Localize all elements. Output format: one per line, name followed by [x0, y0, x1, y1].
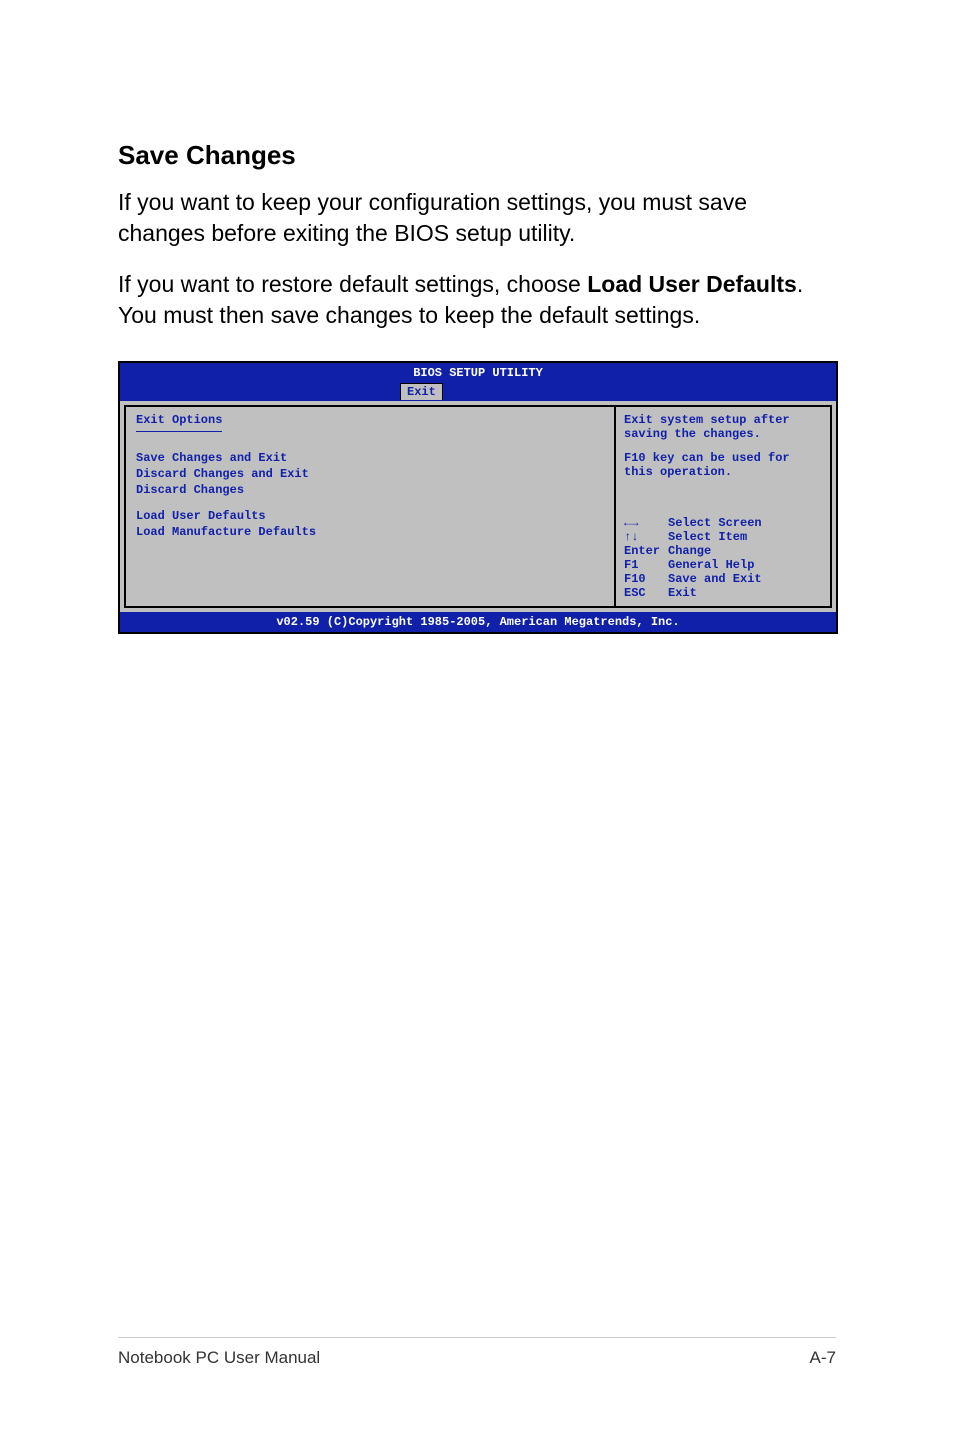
key-esc: ESC	[624, 586, 664, 600]
bios-option-load-manufacture-defaults[interactable]: Load Manufacture Defaults	[136, 524, 604, 540]
key-f10: F10	[624, 572, 664, 586]
bios-help-text-1: Exit system setup after saving the chang…	[624, 413, 822, 441]
key-f10-label: Save and Exit	[668, 572, 762, 586]
bios-help-text-2: F10 key can be used for this operation.	[624, 451, 822, 479]
key-enter-label: Change	[668, 544, 711, 558]
bios-tab-row: Exit	[120, 383, 836, 401]
body-paragraph-1: If you want to keep your configuration s…	[118, 187, 836, 249]
footer-left: Notebook PC User Manual	[118, 1348, 320, 1368]
page-footer: Notebook PC User Manual A-7	[118, 1337, 836, 1368]
bios-screenshot: BIOS SETUP UTILITY Exit Exit Options Sav…	[118, 361, 838, 634]
bios-option-discard-exit[interactable]: Discard Changes and Exit	[136, 466, 604, 482]
paragraph2-bold: Load User Defaults	[587, 271, 797, 297]
bios-active-tab[interactable]: Exit	[400, 383, 443, 400]
key-enter: Enter	[624, 544, 664, 558]
bios-title-bar: BIOS SETUP UTILITY	[120, 363, 836, 383]
section-heading: Save Changes	[118, 140, 836, 171]
key-f1: F1	[624, 558, 664, 572]
key-arrows-h-icon: ←→	[624, 516, 664, 530]
bios-right-panel: Exit system setup after saving the chang…	[614, 405, 832, 608]
key-arrows-v-label: Select Item	[668, 530, 747, 544]
body-paragraph-2: If you want to restore default settings,…	[118, 269, 836, 331]
bios-footer-copyright: v02.59 (C)Copyright 1985-2005, American …	[120, 612, 836, 632]
bios-left-heading: Exit Options	[136, 413, 222, 432]
key-arrows-v-icon: ↑↓	[624, 530, 664, 544]
key-arrows-h-label: Select Screen	[668, 516, 762, 530]
bios-left-panel: Exit Options Save Changes and Exit Disca…	[124, 405, 614, 608]
paragraph2-part-a: If you want to restore default settings,…	[118, 271, 587, 297]
key-f1-label: General Help	[668, 558, 754, 572]
bios-key-legend: ←→ Select Screen ↑↓ Select Item Enter Ch…	[616, 510, 830, 606]
bios-option-save-exit[interactable]: Save Changes and Exit	[136, 450, 604, 466]
bios-option-discard[interactable]: Discard Changes	[136, 482, 604, 498]
footer-right: A-7	[810, 1348, 836, 1368]
bios-option-load-user-defaults[interactable]: Load User Defaults	[136, 508, 604, 524]
key-esc-label: Exit	[668, 586, 697, 600]
